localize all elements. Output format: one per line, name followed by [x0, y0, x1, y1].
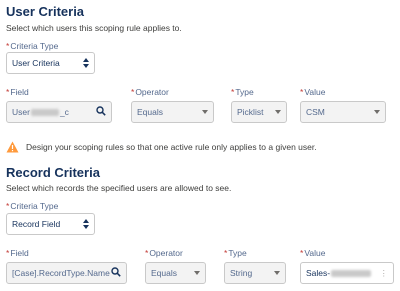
- user-field-input[interactable]: User _c: [6, 101, 112, 123]
- record-operator-value: Equals: [151, 268, 177, 278]
- record-field-input[interactable]: [Case].RecordType.Name: [6, 262, 127, 284]
- search-icon[interactable]: [111, 267, 121, 279]
- up-down-arrows-icon: [83, 219, 89, 229]
- chevron-down-icon: [194, 271, 200, 275]
- user-field-value-start: User: [12, 107, 30, 117]
- record-field-label: *Field: [6, 248, 29, 258]
- chevron-down-icon: [274, 271, 280, 275]
- up-down-arrows-icon: [83, 58, 89, 68]
- record-operator-select[interactable]: Equals: [145, 262, 206, 284]
- record-criteria-heading: Record Criteria: [6, 165, 100, 180]
- record-operator-label: *Operator: [145, 248, 183, 258]
- redacted-text: [331, 269, 372, 277]
- user-type-label: *Type: [231, 87, 254, 97]
- record-type-label: *Type: [224, 248, 247, 258]
- record-criteria-type-value: Record Field: [12, 219, 61, 229]
- record-criteria-description: Select which records the specified users…: [6, 183, 232, 193]
- record-type-select[interactable]: String: [224, 262, 286, 284]
- user-value-label: *Value: [300, 87, 326, 97]
- user-type-select[interactable]: Picklist: [231, 101, 287, 123]
- user-criteria-type-select[interactable]: User Criteria: [6, 52, 95, 74]
- user-value-value: CSM: [306, 107, 325, 117]
- warning-text: Design your scoping rules so that one ac…: [26, 142, 317, 152]
- warning-icon: [6, 141, 19, 153]
- record-value-value: Sales-: [306, 268, 331, 278]
- user-operator-label: *Operator: [131, 87, 169, 97]
- record-field-value: [Case].RecordType.Name: [12, 268, 110, 278]
- chevron-down-icon: [275, 110, 281, 114]
- warning-message: Design your scoping rules so that one ac…: [6, 141, 317, 153]
- redacted-text: [30, 108, 59, 116]
- user-criteria-description: Select which users this scoping rule app…: [6, 23, 182, 33]
- record-value-input[interactable]: Sales- ⋮: [300, 262, 394, 284]
- user-operator-select[interactable]: Equals: [131, 101, 214, 123]
- record-type-value: String: [230, 268, 253, 278]
- record-value-label: *Value: [300, 248, 326, 258]
- user-criteria-heading: User Criteria: [6, 4, 85, 19]
- user-criteria-type-label: *Criteria Type: [6, 41, 59, 51]
- chevron-down-icon: [374, 110, 380, 114]
- chevron-down-icon: [202, 110, 208, 114]
- resize-handle-icon[interactable]: ⋮: [380, 268, 389, 279]
- user-field-label: *Field: [6, 87, 29, 97]
- record-criteria-type-label: *Criteria Type: [6, 201, 59, 211]
- user-type-value: Picklist: [237, 107, 264, 117]
- user-operator-value: Equals: [137, 107, 163, 117]
- user-criteria-type-value: User Criteria: [12, 58, 60, 68]
- record-criteria-type-select[interactable]: Record Field: [6, 213, 95, 235]
- user-value-select[interactable]: CSM: [300, 101, 386, 123]
- user-field-value-end: _c: [59, 107, 69, 117]
- search-icon[interactable]: [96, 106, 106, 118]
